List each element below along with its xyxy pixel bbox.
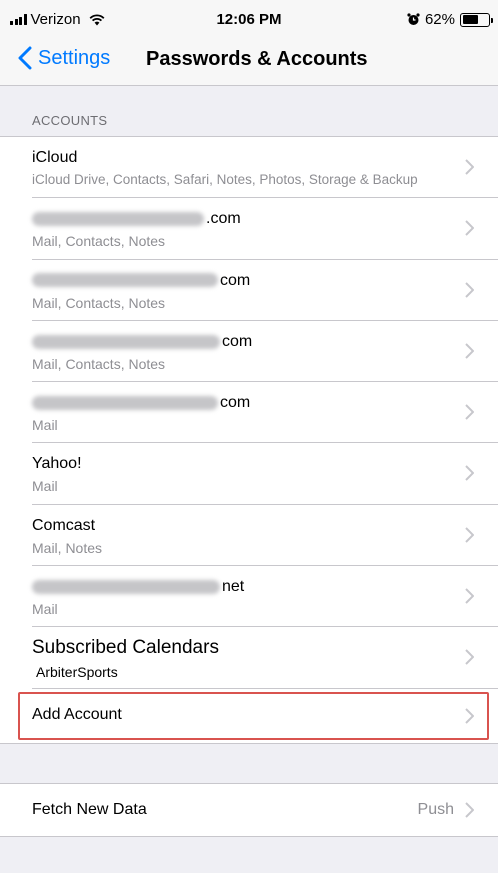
chevron-right-icon bbox=[465, 159, 474, 175]
redacted-email bbox=[32, 334, 220, 349]
account-subtitle: Mail bbox=[32, 601, 58, 618]
status-bar: Verizon 12:06 PM 62% bbox=[0, 0, 498, 40]
account-row-comcast[interactable]: Comcast Mail, Notes bbox=[0, 505, 498, 567]
account-row-email[interactable]: .com Mail, Contacts, Notes bbox=[0, 198, 498, 260]
back-label: Settings bbox=[38, 46, 111, 69]
account-domain: com bbox=[222, 332, 253, 350]
account-subtitle: Mail bbox=[32, 478, 58, 495]
fetch-value: Push bbox=[417, 801, 454, 818]
account-subtitle: Mail, Contacts, Notes bbox=[32, 233, 166, 250]
navigation-bar: Settings Passwords & Accounts bbox=[0, 40, 498, 86]
account-row-email[interactable]: net Mail bbox=[0, 566, 498, 628]
accounts-list: iCloud iCloud Drive, Contacts, Safari, N… bbox=[0, 136, 498, 744]
account-title: .com bbox=[32, 210, 241, 228]
chevron-right-icon bbox=[465, 707, 474, 724]
account-subtitle: Mail, Contacts, Notes bbox=[32, 294, 166, 311]
account-row-email[interactable]: com Mail bbox=[0, 382, 498, 444]
account-row-yahoo[interactable]: Yahoo! Mail bbox=[0, 443, 498, 506]
chevron-right-icon bbox=[465, 649, 474, 666]
fetch-new-data-row[interactable]: Fetch New Data Push bbox=[0, 784, 498, 836]
account-subtitle: ArbiterSports bbox=[36, 664, 118, 681]
chevron-left-icon bbox=[18, 46, 32, 70]
add-account-row[interactable]: Add Account bbox=[0, 689, 498, 743]
battery-percent: 62% bbox=[424, 11, 455, 28]
account-title: net bbox=[32, 578, 244, 596]
account-domain: com bbox=[220, 271, 251, 289]
account-row-icloud[interactable]: iCloud iCloud Drive, Contacts, Safari, N… bbox=[0, 137, 498, 199]
redacted-email bbox=[32, 579, 220, 594]
account-row-email[interactable]: com Mail, Contacts, Notes bbox=[0, 260, 498, 322]
chevron-right-icon bbox=[465, 343, 474, 359]
account-domain: com bbox=[220, 394, 251, 412]
account-subtitle: Mail bbox=[32, 417, 58, 434]
chevron-right-icon bbox=[465, 465, 474, 482]
redacted-email bbox=[32, 395, 218, 410]
account-row-email[interactable]: com Mail, Contacts, Notes bbox=[0, 321, 498, 383]
accounts-section-header: ACCOUNTS bbox=[32, 113, 108, 128]
account-title: Yahoo! bbox=[32, 455, 82, 473]
account-title: com bbox=[32, 333, 252, 351]
battery-info: 62% bbox=[407, 11, 493, 28]
page-title: Passwords & Accounts bbox=[146, 48, 368, 70]
fetch-section: Fetch New Data Push bbox=[0, 783, 498, 837]
account-title: com bbox=[32, 394, 250, 412]
chevron-right-icon bbox=[465, 404, 474, 420]
battery-fill bbox=[462, 15, 478, 24]
chevron-right-icon bbox=[465, 802, 474, 818]
account-title: Comcast bbox=[32, 516, 96, 534]
account-subtitle: iCloud Drive, Contacts, Safari, Notes, P… bbox=[32, 172, 418, 187]
account-title: com bbox=[32, 272, 250, 290]
account-domain: .com bbox=[206, 210, 241, 228]
redacted-email bbox=[32, 273, 218, 288]
account-title: iCloud bbox=[32, 149, 78, 166]
alarm-icon bbox=[407, 13, 420, 25]
account-subtitle: Mail, Contacts, Notes bbox=[32, 355, 166, 372]
account-title: Subscribed Calendars bbox=[32, 637, 219, 659]
chevron-right-icon bbox=[465, 588, 474, 604]
fetch-label: Fetch New Data bbox=[32, 801, 147, 818]
chevron-right-icon bbox=[465, 527, 474, 543]
subscribed-calendars-row[interactable]: Subscribed Calendars ArbiterSports bbox=[0, 627, 498, 689]
chevron-right-icon bbox=[465, 220, 474, 237]
chevron-right-icon bbox=[465, 281, 474, 298]
account-subtitle: Mail, Notes bbox=[32, 539, 103, 556]
add-account-label: Add Account bbox=[32, 705, 122, 723]
redacted-email bbox=[32, 212, 204, 227]
account-domain: net bbox=[222, 578, 245, 596]
back-button[interactable]: Settings bbox=[18, 46, 110, 70]
battery-icon bbox=[460, 12, 493, 27]
